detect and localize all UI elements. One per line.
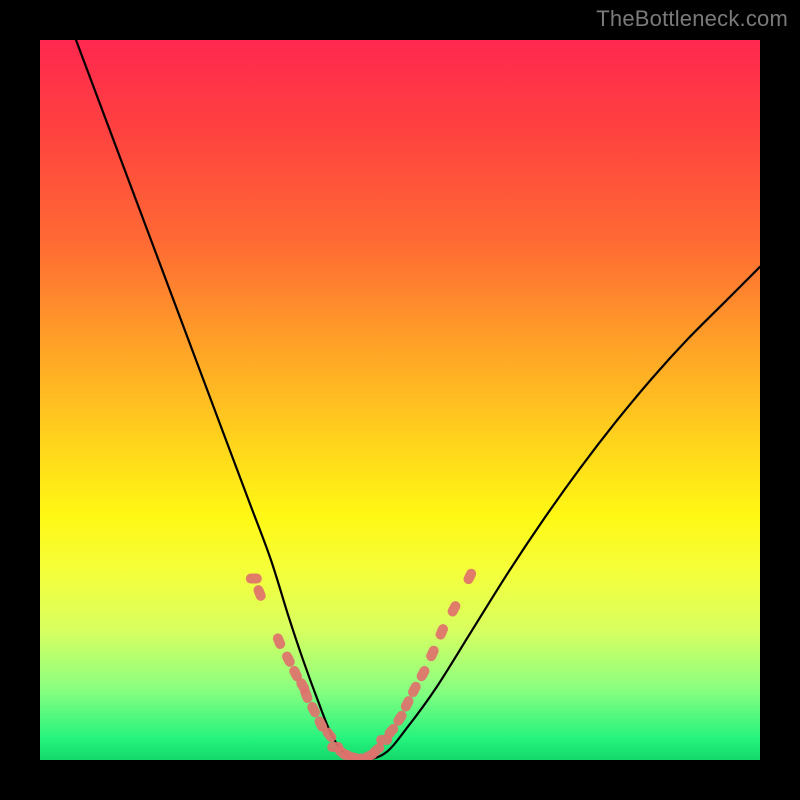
chart-frame: TheBottleneck.com (0, 0, 800, 800)
data-marker (252, 584, 267, 603)
data-marker (424, 644, 440, 663)
data-marker (271, 632, 286, 651)
data-marker (399, 694, 415, 713)
plot-area (40, 40, 760, 760)
data-marker (434, 623, 450, 642)
data-marker (280, 650, 296, 669)
chart-svg (40, 40, 760, 760)
data-marker (415, 664, 431, 683)
data-marker (462, 567, 478, 586)
watermark-text: TheBottleneck.com (596, 6, 788, 32)
bottleneck-curve (76, 40, 760, 760)
data-marker (446, 599, 462, 618)
data-marker (246, 574, 262, 584)
marker-cluster-right (376, 567, 478, 745)
data-marker (406, 680, 422, 699)
